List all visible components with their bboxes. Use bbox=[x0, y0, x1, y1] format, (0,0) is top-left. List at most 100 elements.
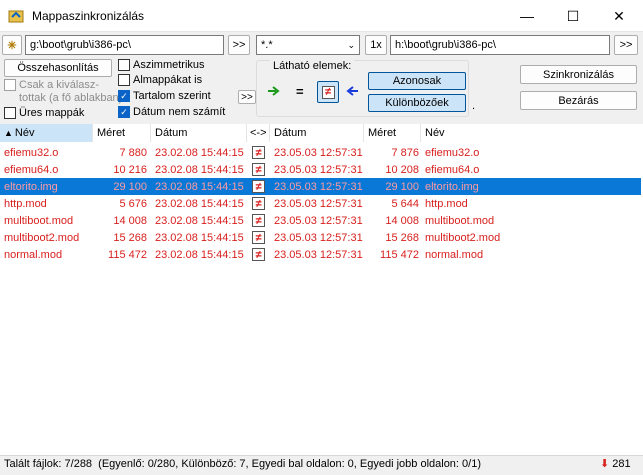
arrow-down-icon: ⬇ bbox=[600, 458, 610, 470]
cell-size-l: 29 100 bbox=[113, 180, 147, 193]
left-drive-button[interactable]: ✳ bbox=[2, 35, 22, 55]
header-size-right[interactable]: Méret bbox=[364, 124, 421, 142]
filter-select[interactable]: *.* ⌄ bbox=[256, 35, 360, 55]
not-equal-icon: ≠ bbox=[252, 197, 265, 210]
status-count: 281 bbox=[612, 457, 631, 470]
header-date-left[interactable]: Dátum bbox=[151, 124, 247, 142]
cell-name-r: multiboot2.mod bbox=[425, 231, 501, 244]
ignore-date-checkbox[interactable]: ✓ Dátum nem számít bbox=[118, 106, 225, 118]
header-direction[interactable]: <-> bbox=[247, 124, 270, 142]
empty-folders-checkbox[interactable]: Üres mappák bbox=[4, 107, 84, 119]
empty-folders-box bbox=[4, 107, 16, 119]
cell-size-r: 15 268 bbox=[385, 231, 419, 244]
cell-name-l: efiemu64.o bbox=[4, 163, 59, 176]
not-equal-icon: ≠ bbox=[252, 180, 265, 193]
cell-date-l: 23.02.08 15:44:15 bbox=[155, 163, 244, 176]
header-name-left[interactable]: ▲ Név bbox=[0, 124, 93, 142]
visible-items-label: Látható elemek: bbox=[270, 60, 355, 72]
cell-date-l: 23.02.08 15:44:15 bbox=[155, 197, 244, 210]
cell-size-r: 29 100 bbox=[385, 180, 419, 193]
same-button[interactable]: Azonosak bbox=[368, 72, 466, 90]
cell-date-l: 23.02.08 15:44:15 bbox=[155, 180, 244, 193]
minimize-button[interactable]: — bbox=[504, 0, 550, 32]
only-selected-checkbox[interactable]: Csak a kiválasz- tottak (a fő ablakban) bbox=[4, 79, 122, 105]
status-counter: ⬇ 281 bbox=[600, 457, 631, 471]
direction-cell: ≠ bbox=[252, 246, 268, 263]
left-browse-button[interactable]: >> bbox=[228, 35, 250, 55]
ignore-date-label: Dátum nem számít bbox=[133, 106, 226, 118]
left-path-input[interactable]: g:\boot\grub\i386-pc\ bbox=[25, 35, 224, 55]
different-button[interactable]: Különbözőek bbox=[368, 94, 466, 112]
header-name-right[interactable]: Név bbox=[421, 124, 643, 142]
direction-cell: ≠ bbox=[252, 229, 268, 246]
not-equal-icon: ≠ bbox=[321, 85, 335, 99]
dot-mark: . bbox=[472, 100, 476, 112]
table-row[interactable]: eltorito.img 29 100 23.02.08 15:44:15 ≠ 23.0… bbox=[0, 178, 641, 195]
direction-cell: ≠ bbox=[252, 178, 268, 195]
cell-size-r: 10 208 bbox=[385, 163, 419, 176]
close-window-button[interactable]: ✕ bbox=[596, 0, 642, 32]
more-options-button[interactable]: >> bbox=[238, 90, 256, 104]
show-copy-left-toggle[interactable] bbox=[346, 86, 358, 99]
cell-date-l: 23.02.08 15:44:15 bbox=[155, 146, 244, 159]
by-content-checkbox[interactable]: ✓ Tartalom szerint bbox=[118, 90, 211, 102]
header-size-left[interactable]: Méret bbox=[93, 124, 151, 142]
header-date-right[interactable]: Dátum bbox=[270, 124, 364, 142]
right-path-input[interactable]: h:\boot\grub\i386-pc\ bbox=[390, 35, 610, 55]
cell-date-l: 23.02.08 15:44:15 bbox=[155, 231, 244, 244]
cell-name-l: multiboot.mod bbox=[4, 214, 74, 227]
status-text: Talált fájlok: 7/288 (Egyenlő: 0/280, Kü… bbox=[4, 458, 481, 470]
cell-name-r: http.mod bbox=[425, 197, 468, 210]
subfolders-checkbox[interactable]: Almappákat is bbox=[118, 74, 202, 86]
table-row[interactable]: multiboot2.mod 15 268 23.02.08 15:44:15 ≠ 23… bbox=[0, 229, 641, 246]
cell-name-r: normal.mod bbox=[425, 248, 484, 261]
maximize-button[interactable]: ☐ bbox=[550, 0, 596, 32]
cell-size-r: 5 644 bbox=[391, 197, 419, 210]
table-row[interactable]: efiemu32.o 7 880 23.02.08 15:44:15 ≠ 23.05.0… bbox=[0, 144, 641, 161]
cell-name-l: multiboot2.mod bbox=[4, 231, 80, 244]
cell-size-l: 115 472 bbox=[108, 248, 147, 261]
cell-name-r: efiemu64.o bbox=[425, 163, 480, 176]
table-row[interactable]: multiboot.mod 14 008 23.02.08 15:44:15 ≠ 23.… bbox=[0, 212, 641, 229]
arrow-left-icon bbox=[346, 86, 358, 96]
checkmark-icon: ✓ bbox=[118, 106, 130, 118]
sync-folders-app-icon bbox=[8, 10, 24, 23]
show-equal-toggle[interactable]: = bbox=[296, 84, 304, 99]
right-browse-button[interactable]: >> bbox=[614, 35, 638, 55]
close-button[interactable]: Bezárás bbox=[520, 91, 637, 110]
cell-name-l: efiemu32.o bbox=[4, 146, 59, 159]
checkmark-icon: ✓ bbox=[118, 90, 130, 102]
sort-up-icon: ▲ bbox=[4, 128, 13, 138]
table-row[interactable]: efiemu64.o 10 216 23.02.08 15:44:15 ≠ 23.05.… bbox=[0, 161, 641, 178]
sync-button[interactable]: Szinkronizálás bbox=[520, 65, 637, 84]
asymmetric-checkbox[interactable]: Aszimmetrikus bbox=[118, 59, 205, 71]
cell-date-r: 23.05.03 12:57:31 bbox=[274, 231, 363, 244]
cell-date-r: 23.05.03 12:57:31 bbox=[274, 163, 363, 176]
asterisk-folder-icon: ✳ bbox=[7, 39, 17, 52]
cell-size-l: 5 676 bbox=[119, 197, 147, 210]
table-row[interactable]: http.mod 5 676 23.02.08 15:44:15 ≠ 23.05.03 … bbox=[0, 195, 641, 212]
subfolders-box bbox=[118, 74, 130, 86]
cell-size-r: 14 008 bbox=[385, 214, 419, 227]
show-copy-right-toggle[interactable] bbox=[268, 86, 280, 99]
one-x-button[interactable]: 1x bbox=[365, 35, 387, 55]
cell-name-l: eltorito.img bbox=[4, 180, 58, 193]
arrow-right-icon bbox=[268, 86, 280, 96]
table-row[interactable]: normal.mod 115 472 23.02.08 15:44:15 ≠ 23.05… bbox=[0, 246, 641, 263]
not-equal-icon: ≠ bbox=[252, 163, 265, 176]
cell-name-l: normal.mod bbox=[4, 248, 63, 261]
filter-value: *.* bbox=[261, 39, 273, 51]
compare-button[interactable]: Összehasonlítás bbox=[4, 59, 112, 77]
cell-date-r: 23.05.03 12:57:31 bbox=[274, 248, 363, 261]
cell-size-r: 7 876 bbox=[391, 146, 419, 159]
not-equal-icon: ≠ bbox=[252, 214, 265, 227]
not-equal-icon: ≠ bbox=[252, 146, 265, 159]
cell-date-r: 23.05.03 12:57:31 bbox=[274, 214, 363, 227]
by-content-label: Tartalom szerint bbox=[133, 90, 211, 102]
cell-name-r: eltorito.img bbox=[425, 180, 479, 193]
header-name-left-label: Név bbox=[14, 127, 35, 139]
chevron-down-icon: ⌄ bbox=[347, 39, 355, 50]
cell-size-l: 7 880 bbox=[119, 146, 147, 159]
show-different-toggle[interactable]: ≠ bbox=[317, 81, 339, 103]
cell-size-r: 115 472 bbox=[380, 248, 419, 261]
